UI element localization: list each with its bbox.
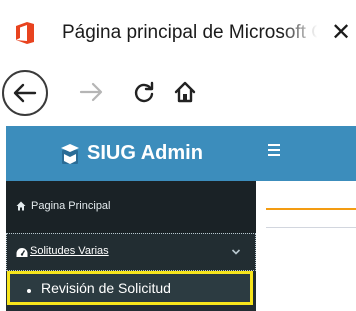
browser-tab-bar: Página principal de Microsoft C ✕: [0, 0, 356, 64]
close-tab-icon[interactable]: ✕: [330, 18, 352, 48]
tab-title-fade: [282, 18, 326, 48]
hamburger-menu-icon[interactable]: [268, 143, 282, 157]
sidebar-subitem-label: Revisión de Solicitud: [41, 280, 171, 296]
app-header: SIUG Admin: [0, 126, 356, 181]
sidebar-item-solitudes-varias[interactable]: Solitudes Varias: [6, 233, 256, 271]
reload-button[interactable]: [130, 76, 158, 108]
house-icon: [174, 81, 196, 103]
chevron-down-icon[interactable]: [231, 248, 241, 256]
sidebar-subitem-revision-de-solicitud[interactable]: Revisión de Solicitud: [7, 271, 253, 305]
arrow-right-icon: [79, 82, 103, 102]
reload-icon: [134, 81, 154, 103]
brand-logo-area[interactable]: SIUG Admin: [6, 126, 256, 181]
browser-toolbar: [0, 64, 356, 126]
sidebar-item-label: Solitudes Varias: [30, 245, 109, 257]
back-button[interactable]: [2, 70, 48, 116]
dashboard-icon: [16, 248, 28, 257]
office-logo-icon: [16, 22, 34, 44]
main-content: [256, 181, 356, 311]
box-accent-line: [266, 208, 356, 210]
home-button[interactable]: [170, 76, 200, 108]
box-divider: [266, 227, 356, 228]
home-icon: [16, 201, 26, 211]
arrow-left-icon: [13, 83, 37, 103]
forward-button[interactable]: [78, 76, 104, 108]
sidebar-item-pagina-principal[interactable]: Pagina Principal: [6, 181, 256, 233]
top-navbar: [256, 126, 356, 181]
brand-name: SIUG Admin: [87, 142, 203, 164]
sidebar: Pagina Principal Solitudes Varias Revisi…: [6, 181, 256, 311]
sidebar-item-label: Pagina Principal: [31, 200, 111, 212]
graduation-icon: [61, 143, 80, 164]
bullet-icon: [27, 289, 31, 293]
